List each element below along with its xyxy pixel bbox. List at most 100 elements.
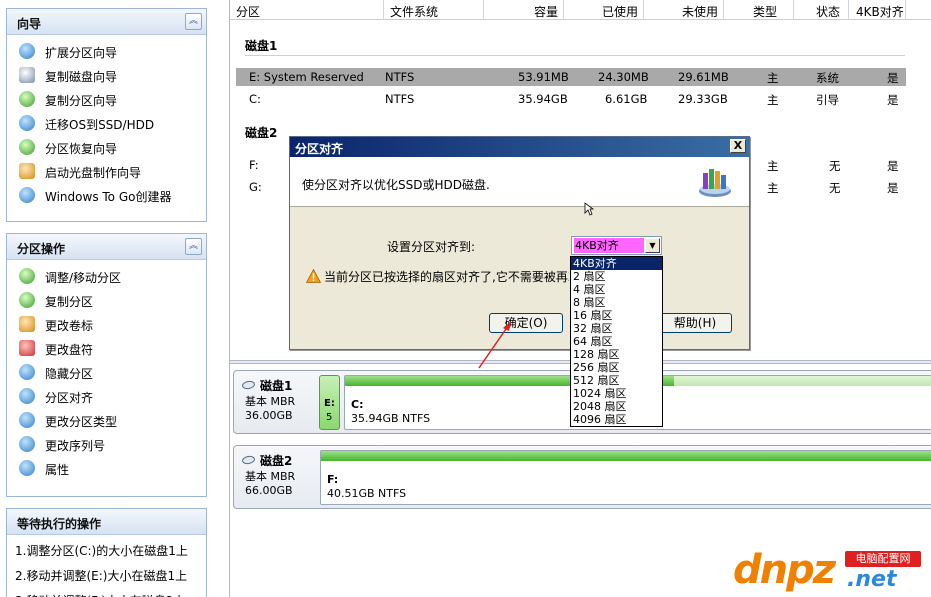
chevron-down-icon[interactable]: ▼ xyxy=(645,238,660,253)
resize-move-icon xyxy=(19,268,35,284)
cell-partition: F: xyxy=(249,158,259,172)
align-option[interactable]: 128 扇区 xyxy=(571,348,662,361)
warning-icon xyxy=(306,269,321,283)
align-options-list: 4KB对齐 2 扇区 4 扇区 8 扇区 16 扇区 32 扇区 64 扇区 128 扇区 25… xyxy=(570,256,663,427)
align-option[interactable]: 4 扇区 xyxy=(571,283,662,296)
watermark-badge: 电脑配置网 xyxy=(845,551,921,567)
collapse-icon[interactable]: ︽ xyxy=(185,13,202,30)
cell-free: 29.61MB xyxy=(678,70,729,84)
cell-partition: C: xyxy=(249,92,261,106)
align-bars-icon xyxy=(699,169,731,197)
sidebar-item[interactable]: 复制磁盘向导 xyxy=(7,63,206,87)
col-status[interactable]: 状态 xyxy=(816,3,840,20)
disk-icon xyxy=(241,379,256,391)
col-partition[interactable]: 分区 xyxy=(236,3,260,20)
table-row[interactable]: C: NTFS 35.94GB 6.61GB 29.33GB 主 引导 是 xyxy=(236,90,906,108)
wizard-panel-title: 向导 xyxy=(17,17,42,31)
partition-f-name: F: xyxy=(327,473,339,486)
sidebar-item[interactable]: 隐藏分区 xyxy=(7,360,206,384)
partition-ops-panel-title: 分区操作 xyxy=(17,242,66,256)
align-option[interactable]: 2048 扇区 xyxy=(571,400,662,413)
align-option[interactable]: 16 扇区 xyxy=(571,309,662,322)
sidebar-item[interactable]: 分区对齐 xyxy=(7,384,206,408)
cell-aligned: 是 xyxy=(887,93,899,107)
align-to-label: 设置分区对齐到: xyxy=(387,240,476,254)
cell-type: 主 xyxy=(767,71,779,85)
sidebar-item-label: 更改盘符 xyxy=(45,343,94,357)
col-filesystem[interactable]: 文件系统 xyxy=(390,3,438,20)
col-free[interactable]: 未使用 xyxy=(682,3,718,20)
partition-ops-panel-header[interactable]: 分区操作 ︽ xyxy=(7,234,206,260)
pending-operation[interactable]: 3.移动并调整(F:)大小在磁盘2上 xyxy=(7,589,206,597)
column-header: 分区 文件系统 容量 已使用 未使用 类型 状态 4KB对齐 xyxy=(230,0,931,20)
pending-panel: 等待执行的操作 1.调整分区(C:)的大小在磁盘1上 2.移动并调整(E:)大小在… xyxy=(6,508,207,597)
align-partition-dialog: 分区对齐 X 使分区对齐以优化SSD或HDD磁盘. 设置分区对齐到: 4KB对齐… xyxy=(289,136,750,350)
sidebar-item-label: 更改序列号 xyxy=(45,439,106,453)
align-option[interactable]: 256 扇区 xyxy=(571,361,662,374)
disk1-title: 磁盘1 xyxy=(245,39,278,53)
dialog-banner: 使分区对齐以优化SSD或HDD磁盘. xyxy=(290,157,749,207)
pending-panel-header[interactable]: 等待执行的操作 xyxy=(7,509,206,535)
sidebar-item[interactable]: 更改盘符 xyxy=(7,336,206,360)
sidebar-item[interactable]: 启动光盘制作向导 xyxy=(7,159,206,183)
partition-c-info: 35.94GB NTFS xyxy=(351,412,431,425)
sidebar-item-label: 分区对齐 xyxy=(45,391,94,405)
wizard-panel-header[interactable]: 向导 ︽ xyxy=(7,9,206,35)
sidebar-item[interactable]: 属性 xyxy=(7,456,206,480)
align-option[interactable]: 4096 扇区 xyxy=(571,413,662,426)
align-select-value: 4KB对齐 xyxy=(574,238,644,253)
sidebar-item[interactable]: 复制分区向导 xyxy=(7,87,206,111)
cell-partition: G: xyxy=(249,180,262,194)
cell-status: 引导 xyxy=(816,93,839,107)
align-option[interactable]: 8 扇区 xyxy=(571,296,662,309)
sidebar-item-label: 复制磁盘向导 xyxy=(45,70,118,84)
align-option[interactable]: 2 扇区 xyxy=(571,270,662,283)
sidebar-item[interactable]: Windows To Go创建器 xyxy=(7,183,206,207)
sidebar-item[interactable]: 更改序列号 xyxy=(7,432,206,456)
copy-icon xyxy=(19,292,35,308)
pending-operation[interactable]: 1.调整分区(C:)的大小在磁盘1上 xyxy=(7,539,206,564)
partition-block-e[interactable]: E: 5 xyxy=(319,375,340,430)
cell-aligned: 是 xyxy=(887,159,899,173)
help-button[interactable]: 帮助(H) xyxy=(658,313,732,333)
table-row[interactable]: E: System Reserved NTFS 53.91MB 24.30MB … xyxy=(236,68,906,86)
collapse-icon[interactable]: ︽ xyxy=(185,238,202,255)
hide-partition-icon xyxy=(19,364,35,380)
align-option[interactable]: 1024 扇区 xyxy=(571,387,662,400)
serial-number-icon xyxy=(19,436,35,452)
align-option[interactable]: 64 扇区 xyxy=(571,335,662,348)
sidebar-item[interactable]: 更改分区类型 xyxy=(7,408,206,432)
migrate-os-icon xyxy=(19,115,35,131)
align-option[interactable]: 512 扇区 xyxy=(571,374,662,387)
cell-aligned: 是 xyxy=(887,71,899,85)
cell-aligned: 是 xyxy=(887,181,899,195)
sidebar-item-label: 更改卷标 xyxy=(45,319,94,333)
col-4kb-aligned[interactable]: 4KB对齐 xyxy=(856,3,904,20)
copy-partition-icon xyxy=(19,91,35,107)
align-option[interactable]: 4KB对齐 xyxy=(571,257,662,270)
close-icon[interactable]: X xyxy=(730,139,746,153)
col-type[interactable]: 类型 xyxy=(753,3,777,20)
sidebar-item[interactable]: 扩展分区向导 xyxy=(7,39,206,63)
disk2-map[interactable]: 磁盘2 基本 MBR 66.00GB F: 40.51GB NTFS xyxy=(233,445,931,509)
partition-e-label: E: xyxy=(324,398,335,409)
partition-c-name: C: xyxy=(351,398,364,411)
col-used[interactable]: 已使用 xyxy=(602,3,638,20)
disk-icon xyxy=(241,454,256,466)
col-capacity[interactable]: 容量 xyxy=(534,3,558,20)
sidebar-item[interactable]: 调整/移动分区 xyxy=(7,264,206,288)
align-option[interactable]: 32 扇区 xyxy=(571,322,662,335)
sidebar-item[interactable]: 迁移OS到SSD/HDD xyxy=(7,111,206,135)
sidebar-item[interactable]: 复制分区 xyxy=(7,288,206,312)
align-select[interactable]: 4KB对齐 ▼ xyxy=(571,236,662,255)
cell-capacity: 53.91MB xyxy=(518,70,569,84)
dialog-description: 使分区对齐以优化SSD或HDD磁盘. xyxy=(302,178,490,192)
dialog-titlebar[interactable]: 分区对齐 X xyxy=(290,137,749,157)
cell-free: 29.33GB xyxy=(678,92,728,106)
sidebar-item[interactable]: 分区恢复向导 xyxy=(7,135,206,159)
sidebar-item[interactable]: 更改卷标 xyxy=(7,312,206,336)
pending-operation[interactable]: 2.移动并调整(E:)大小在磁盘1上 xyxy=(7,564,206,589)
partition-block-f[interactable]: F: 40.51GB NTFS xyxy=(320,450,931,505)
cell-status: 无 xyxy=(829,181,841,195)
wizard-panel: 向导 ︽ 扩展分区向导复制磁盘向导复制分区向导 迁移OS到SSD/HDD 分区恢复向… xyxy=(6,8,207,222)
